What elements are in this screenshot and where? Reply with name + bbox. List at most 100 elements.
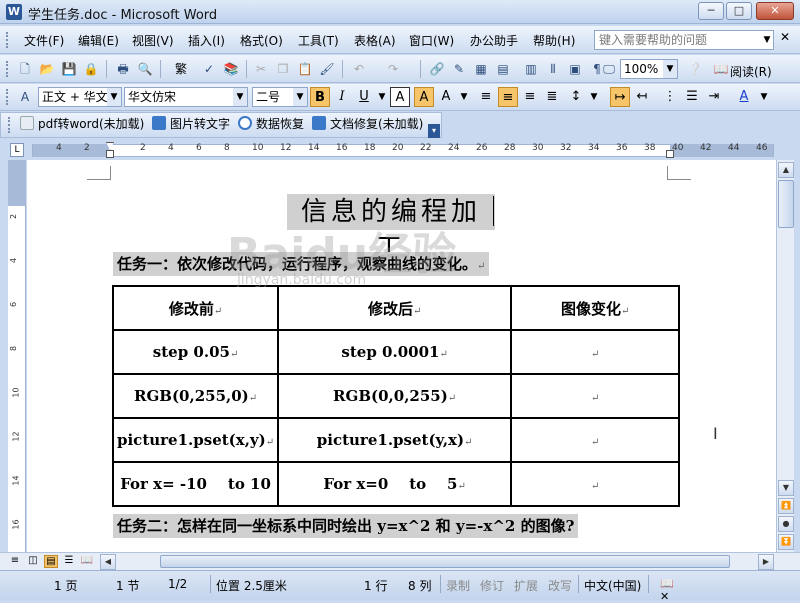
line-spacing-dropdown-icon[interactable]: ▼	[584, 87, 604, 107]
drawing-icon[interactable]: ⫴	[544, 60, 562, 78]
menu-tools[interactable]: 工具(T)	[298, 32, 339, 49]
chevron-down-icon[interactable]: ▼	[663, 60, 677, 78]
menu-file[interactable]: 文件(F)	[24, 32, 64, 49]
help-icon[interactable]: ❔	[686, 60, 704, 78]
select-browse-object-icon[interactable]: ●	[778, 516, 794, 532]
document-repair-button[interactable]: 文档修复(未加载)	[330, 115, 423, 132]
tab-selector-icon[interactable]: L	[10, 143, 24, 157]
pdf-to-word-button[interactable]: pdf转word(未加载)	[38, 115, 144, 132]
menu-format[interactable]: 格式(O)	[240, 32, 283, 49]
bold-button[interactable]: B	[310, 87, 330, 107]
cut-icon[interactable]: ✂	[252, 60, 270, 78]
status-record[interactable]: 录制	[446, 577, 470, 594]
close-document-icon[interactable]: ✕	[780, 30, 790, 44]
numbering-icon[interactable]: ⋮	[660, 87, 680, 107]
align-right-icon[interactable]: ≡	[520, 87, 540, 107]
format-painter-icon[interactable]: 🖌	[318, 60, 336, 78]
menu-table[interactable]: 表格(A)	[354, 32, 396, 49]
web-view-icon[interactable]: ◫	[26, 555, 40, 568]
spelling-status-icon[interactable]: 📖✕	[660, 577, 682, 603]
menu-insert[interactable]: 插入(I)	[188, 32, 225, 49]
open-folder-icon[interactable]: 📂	[38, 60, 56, 78]
help-dropdown-icon[interactable]: ▼	[760, 31, 774, 49]
chevron-down-icon[interactable]: ▼	[233, 88, 247, 106]
task-two-text[interactable]: 任务二：怎样在同一坐标系中同时绘出 y=x^2 和 y=-x^2 的图像?	[113, 514, 579, 538]
font-select[interactable]: 华文仿宋 ▼	[124, 87, 248, 107]
table-header-cell[interactable]: 修改后↵	[277, 285, 513, 331]
table-cell[interactable]: ↵	[510, 329, 681, 375]
toolbar-grip[interactable]	[6, 89, 9, 105]
table-cell[interactable]: RGB(0,0,255)↵	[277, 373, 513, 419]
table-cell[interactable]: ↵	[510, 417, 681, 463]
new-document-icon[interactable]: 🗋	[16, 60, 34, 78]
status-page[interactable]: 1 页	[54, 577, 77, 594]
underline-button[interactable]: U	[354, 87, 374, 107]
justify-icon[interactable]: ≣	[542, 87, 562, 107]
status-overtype[interactable]: 改写	[548, 577, 572, 594]
table-cell[interactable]: ↵	[510, 461, 681, 507]
font-size-select[interactable]: 二号 ▼	[252, 87, 308, 107]
outline-view-icon[interactable]: ☰	[62, 555, 76, 568]
print-icon[interactable]: 🖶	[114, 60, 132, 78]
horizontal-scrollbar[interactable]: ≡ ◫ ▤ ☰ 📖 ◀ ▶	[0, 552, 800, 570]
previous-page-icon[interactable]: ⏫	[778, 498, 794, 514]
menu-view[interactable]: 视图(V)	[132, 32, 174, 49]
font-color-dropdown-icon[interactable]: ▼	[754, 87, 774, 107]
copy-icon[interactable]: ❐	[274, 60, 292, 78]
vertical-scrollbar[interactable]: ▲ ▼ ⏫ ● ⏬	[776, 160, 794, 552]
status-extend[interactable]: 扩展	[514, 577, 538, 594]
table-cell[interactable]: RGB(0,255,0)↵	[111, 373, 280, 419]
menu-window[interactable]: 窗口(W)	[409, 32, 454, 49]
italic-button[interactable]: I	[332, 87, 352, 107]
insert-excel-icon[interactable]: ▤	[494, 60, 512, 78]
scroll-left-icon[interactable]: ◀	[100, 554, 116, 570]
task-table[interactable]: 修改前↵ 修改后↵ 图像变化↵ step 0.05↵ step 0.0001↵ …	[111, 285, 681, 507]
print-view-icon[interactable]: ▤	[44, 555, 58, 568]
font-color-icon[interactable]: A	[734, 87, 754, 107]
style-select[interactable]: 正文 + 华文 ▼	[38, 87, 122, 107]
menu-edit[interactable]: 编辑(E)	[78, 32, 119, 49]
normal-view-icon[interactable]: ≡	[8, 555, 22, 568]
permission-icon[interactable]: 🔒	[82, 60, 100, 78]
table-cell[interactable]: step 0.05↵	[111, 329, 280, 375]
chevron-down-icon[interactable]: ▼	[293, 88, 307, 106]
horizontal-ruler[interactable]: L 4 2 2 4 6 8 10 12 14 16 18 20 22 24 26 28 30 32 34 36 38 40…	[0, 140, 800, 160]
align-center-icon[interactable]: ≡	[498, 87, 518, 107]
status-position[interactable]: 位置 2.5厘米	[216, 577, 287, 594]
styles-pane-icon[interactable]: A	[16, 88, 34, 106]
word-app-icon[interactable]: W	[6, 4, 22, 20]
table-cell[interactable]: step 0.0001↵	[277, 329, 513, 375]
rtl-text-icon[interactable]: ↤	[632, 87, 652, 107]
maximize-button[interactable]: □	[726, 2, 752, 20]
scroll-thumb[interactable]	[778, 180, 794, 228]
undo-icon[interactable]: ↶	[350, 60, 368, 78]
toolbar-options-icon[interactable]: ▾	[428, 124, 440, 138]
line-spacing-icon[interactable]: ↕	[566, 87, 586, 107]
character-scaling-icon[interactable]: A	[436, 87, 456, 107]
data-recovery-button[interactable]: 数据恢复	[256, 115, 304, 132]
toolbar-grip[interactable]	[6, 61, 9, 77]
print-preview-icon[interactable]: 🔍	[136, 60, 154, 78]
ltr-text-icon[interactable]: ↦	[610, 87, 630, 107]
status-section[interactable]: 1 节	[116, 577, 139, 594]
character-border-button[interactable]: A	[390, 87, 410, 107]
status-column[interactable]: 8 列	[408, 577, 431, 594]
document-map-icon[interactable]: ▣	[566, 60, 584, 78]
status-pages[interactable]: 1/2	[168, 577, 187, 591]
align-left-icon[interactable]: ≡	[476, 87, 496, 107]
status-language[interactable]: 中文(中国)	[584, 577, 641, 594]
table-cell[interactable]: For x=0 to 5↵	[277, 461, 513, 507]
next-page-icon[interactable]: ⏬	[778, 534, 794, 550]
character-shading-button[interactable]: A	[414, 87, 434, 107]
redo-icon[interactable]: ↷	[384, 60, 402, 78]
scroll-right-icon[interactable]: ▶	[758, 554, 774, 570]
menu-help[interactable]: 帮助(H)	[533, 32, 575, 49]
vertical-ruler[interactable]: 24681012141618	[8, 160, 26, 574]
save-icon[interactable]: 💾	[60, 60, 78, 78]
table-header-cell[interactable]: 图像变化↵	[510, 285, 681, 331]
toolbar-grip[interactable]	[8, 117, 11, 133]
menu-office-assistant[interactable]: 办公助手	[470, 32, 518, 49]
scroll-down-icon[interactable]: ▼	[778, 480, 794, 496]
table-cell[interactable]: picture1.pset(x,y)↵	[111, 417, 280, 463]
minimize-button[interactable]: ─	[698, 2, 724, 20]
